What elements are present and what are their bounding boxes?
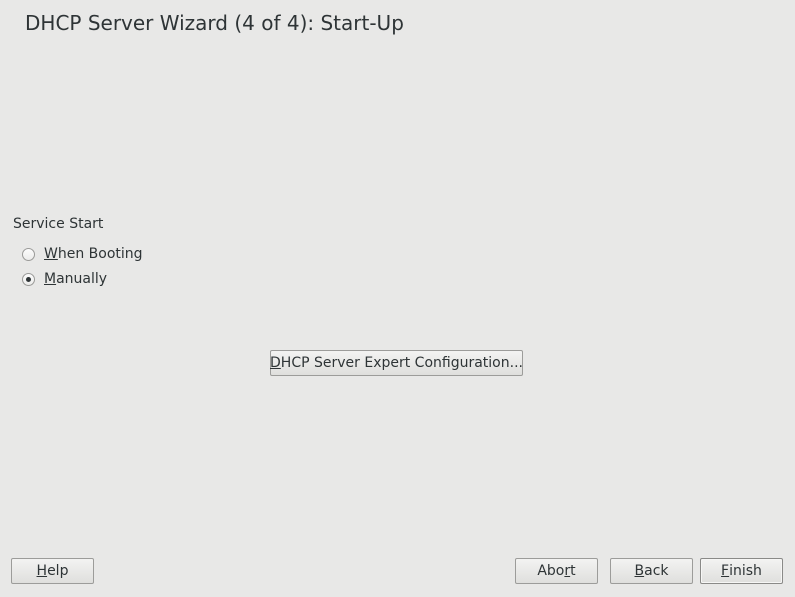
radio-label-manually: Manually xyxy=(44,271,107,287)
btn-mnemonic: D xyxy=(270,355,281,371)
btn-rest: t xyxy=(570,563,576,579)
btn-mnemonic: F xyxy=(721,563,730,579)
btn-mnemonic: B xyxy=(634,563,645,579)
radio-when-booting[interactable]: When Booting xyxy=(22,245,143,263)
expert-configuration-button[interactable]: D HCP Server Expert Configuration... xyxy=(270,350,523,376)
service-start-label: Service Start xyxy=(13,216,104,232)
btn-rest: elp xyxy=(47,563,69,579)
finish-button[interactable]: Finish xyxy=(700,558,783,584)
btn-pre: Abo xyxy=(537,563,565,579)
mnemonic-w: W xyxy=(44,246,58,262)
back-button[interactable]: Back xyxy=(610,558,693,584)
radio-button-when-booting[interactable] xyxy=(22,247,35,261)
btn-rest: inish xyxy=(729,563,762,579)
btn-rest: ack xyxy=(644,563,669,579)
radio-button-manually[interactable] xyxy=(22,272,35,286)
mnemonic-m: M xyxy=(44,271,57,287)
wizard-title: DHCP Server Wizard (4 of 4): Start-Up xyxy=(25,11,404,35)
btn-mnemonic: H xyxy=(36,563,48,579)
abort-button[interactable]: Abo r t xyxy=(515,558,598,584)
label-rest: anually xyxy=(56,271,108,287)
btn-rest: HCP Server Expert Configuration... xyxy=(280,355,523,371)
help-button[interactable]: Help xyxy=(11,558,94,584)
label-rest: hen Booting xyxy=(57,246,143,262)
radio-manually[interactable]: Manually xyxy=(22,270,107,288)
radio-label-when-booting: When Booting xyxy=(44,246,143,262)
